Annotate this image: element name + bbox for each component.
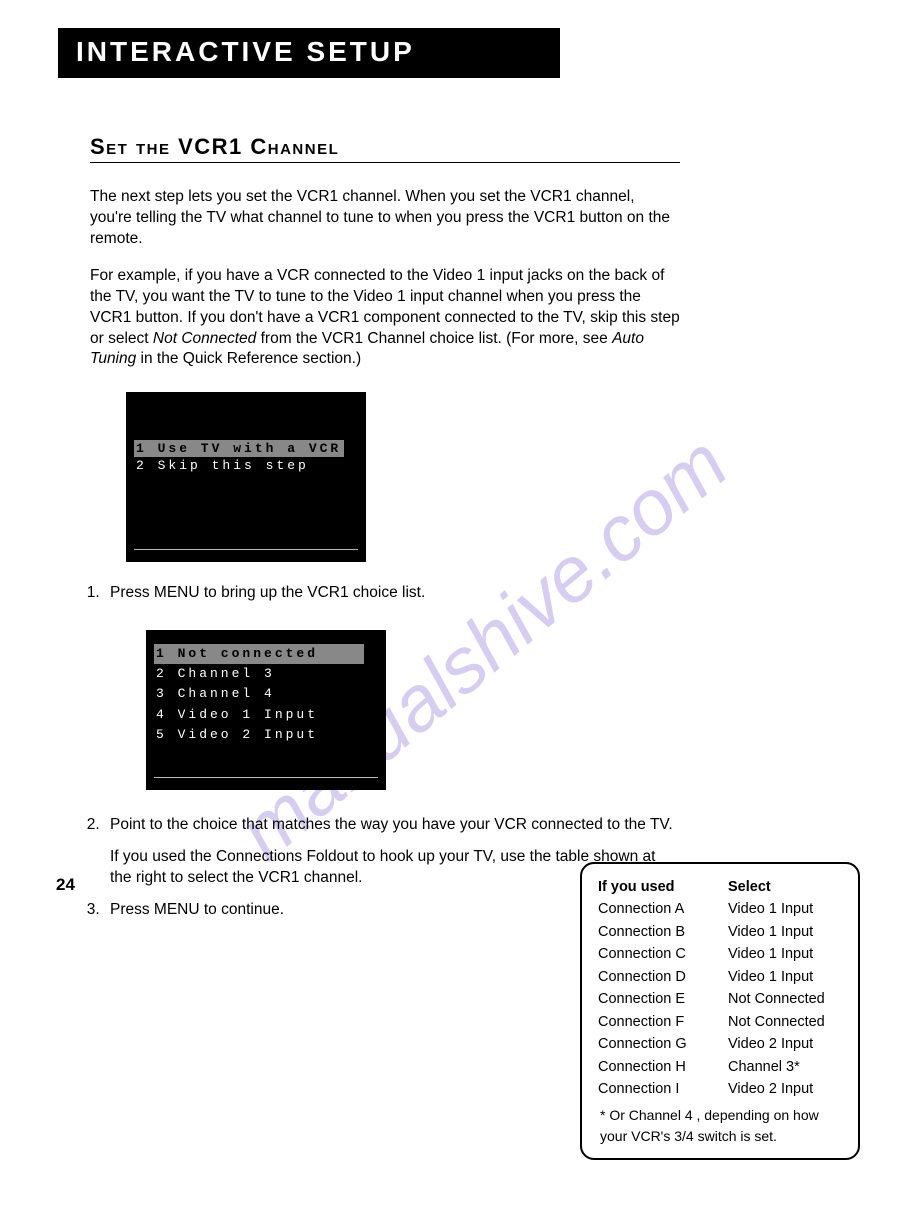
page-number: 24: [56, 875, 75, 895]
table-row: Connection BVideo 1 Input: [598, 921, 842, 943]
cell: Video 2 Input: [728, 1033, 842, 1055]
screen2-row-3: 3 Channel 4: [154, 684, 378, 704]
chapter-banner: Interactive Setup: [58, 28, 560, 78]
table-header-1: If you used: [598, 876, 728, 898]
cell: Not Connected: [728, 988, 842, 1010]
cell: Video 2 Input: [728, 1078, 842, 1100]
section-heading: Set the VCR1 Channel: [90, 134, 680, 163]
cell: Not Connected: [728, 1011, 842, 1033]
intro-paragraph-2: For example, if you have a VCR connected…: [90, 266, 680, 371]
screen1-row-2: 2 Skip this step: [134, 457, 358, 474]
cell: Connection H: [598, 1056, 728, 1078]
para2-text-b: from the VCR1 Channel choice list. (For …: [256, 330, 612, 347]
table-row: Connection DVideo 1 Input: [598, 966, 842, 988]
cell: Video 1 Input: [728, 898, 842, 920]
cell: Connection I: [598, 1078, 728, 1100]
table-row: Connection CVideo 1 Input: [598, 943, 842, 965]
step-1: Press MENU to bring up the VCR1 choice l…: [104, 582, 680, 790]
screen2-row-5: 5 Video 2 Input: [154, 725, 378, 745]
cell: Connection C: [598, 943, 728, 965]
cell: Video 1 Input: [728, 943, 842, 965]
table-header: If you used Select: [598, 876, 842, 898]
screen2-row-4: 4 Video 1 Input: [154, 705, 378, 725]
screen2-selected-row: 1 Not connected: [154, 644, 364, 664]
cell: Video 1 Input: [728, 966, 842, 988]
step-3-text: Press MENU to continue.: [110, 901, 284, 918]
main-content: Set the VCR1 Channel The next step lets …: [90, 134, 680, 921]
tv-screen-2: 1 Not connected 2 Channel 3 3 Channel 4 …: [146, 630, 386, 790]
cell: Connection E: [598, 988, 728, 1010]
table-row: Connection HChannel 3*: [598, 1056, 842, 1078]
connection-table: If you used Select Connection AVideo 1 I…: [580, 862, 860, 1160]
step-1-text: Press MENU to bring up the VCR1 choice l…: [110, 584, 425, 601]
table-footnote: * Or Channel 4 , depending on how your V…: [598, 1105, 842, 1148]
cell: Connection G: [598, 1033, 728, 1055]
cell: Connection A: [598, 898, 728, 920]
table-row: Connection AVideo 1 Input: [598, 898, 842, 920]
step-2-text-a: Point to the choice that matches the way…: [110, 816, 673, 833]
cell: Connection B: [598, 921, 728, 943]
para2-not-connected: Not Connected: [153, 330, 256, 347]
table-row: Connection IVideo 2 Input: [598, 1078, 842, 1100]
screen2-row-2: 2 Channel 3: [154, 664, 378, 684]
table-row: Connection FNot Connected: [598, 1011, 842, 1033]
intro-paragraph-1: The next step lets you set the VCR1 chan…: [90, 187, 680, 250]
cell: Connection F: [598, 1011, 728, 1033]
table-header-2: Select: [728, 876, 842, 898]
tv-screen-1: 1 Use TV with a VCR 2 Skip this step: [126, 392, 366, 562]
screen1-selected-row: 1 Use TV with a VCR: [134, 440, 344, 457]
cell: Connection D: [598, 966, 728, 988]
para2-text-c: in the Quick Reference section.): [136, 350, 361, 367]
table-row: Connection GVideo 2 Input: [598, 1033, 842, 1055]
cell: Channel 3*: [728, 1056, 842, 1078]
cell: Video 1 Input: [728, 921, 842, 943]
table-row: Connection ENot Connected: [598, 988, 842, 1010]
